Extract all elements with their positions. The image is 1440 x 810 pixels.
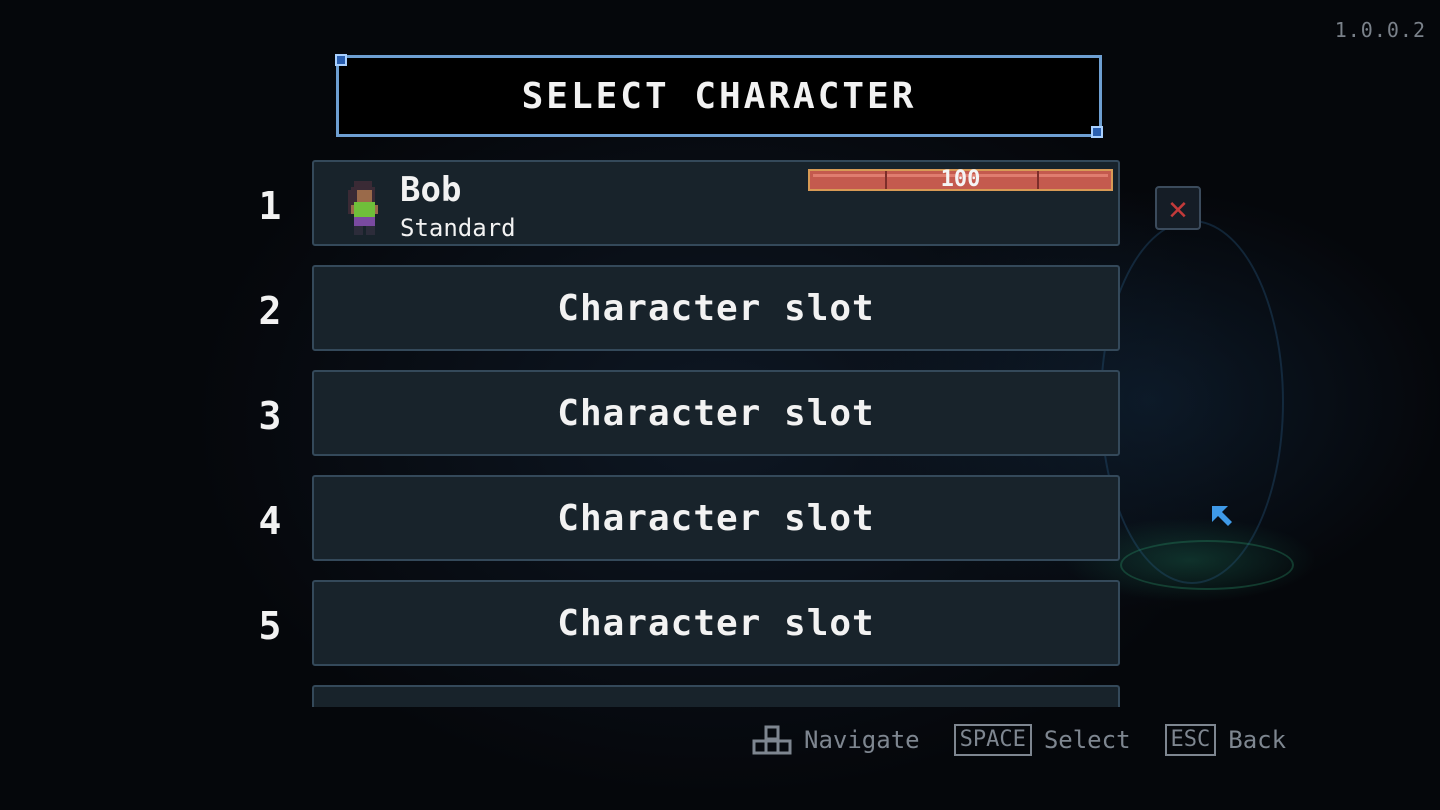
dpad-icon xyxy=(752,725,792,755)
empty-slot-label: Character slot xyxy=(557,287,875,329)
slot-number: 5 xyxy=(258,604,282,648)
space-key: SPACE xyxy=(953,724,1032,756)
delete-character-button[interactable]: ✕ xyxy=(1155,186,1201,230)
character-name: Bob xyxy=(400,170,462,210)
character-slot-5[interactable]: Character slot xyxy=(312,580,1120,666)
character-slot-partial[interactable] xyxy=(312,685,1120,707)
hint-back-label: Back xyxy=(1228,726,1287,754)
character-slot-1[interactable]: Bob Standard 100 xyxy=(312,160,1120,246)
hint-navigate-label: Navigate xyxy=(804,726,920,754)
empty-slot-label: Character slot xyxy=(557,497,875,539)
character-slot-3[interactable]: Character slot xyxy=(312,370,1120,456)
hint-select-label: Select xyxy=(1043,726,1131,754)
title-banner: SELECT CHARACTER xyxy=(335,54,1103,138)
slot-number: 4 xyxy=(258,499,282,543)
control-hints: Navigate SPACE Select ESC Back xyxy=(752,722,1320,758)
character-level-bar: 100 xyxy=(808,167,1113,192)
esc-key: ESC xyxy=(1164,724,1217,756)
background-ring xyxy=(1120,540,1294,590)
background-orbit xyxy=(1100,220,1284,584)
hint-select: SPACE Select xyxy=(953,724,1131,756)
page-title: SELECT CHARACTER xyxy=(521,75,917,117)
arrow-cursor-icon xyxy=(1212,506,1232,526)
corner-ornament xyxy=(335,54,347,66)
slot-number: 1 xyxy=(258,184,282,228)
empty-slot-label: Character slot xyxy=(557,392,875,434)
corner-ornament xyxy=(1091,126,1103,138)
empty-slot-label: Character slot xyxy=(557,602,875,644)
close-x-icon: ✕ xyxy=(1168,189,1188,227)
character-type: Standard xyxy=(400,214,516,242)
character-slot-4[interactable]: Character slot xyxy=(312,475,1120,561)
slot-number: 2 xyxy=(258,289,282,333)
character-slot-2[interactable]: Character slot xyxy=(312,265,1120,351)
slot-number: 3 xyxy=(258,394,282,438)
version-label: 1.0.0.2 xyxy=(1334,18,1426,42)
character-level-value: 100 xyxy=(940,167,981,192)
character-avatar xyxy=(348,181,378,235)
hint-back: ESC Back xyxy=(1164,724,1287,756)
hint-navigate: Navigate xyxy=(752,725,920,755)
